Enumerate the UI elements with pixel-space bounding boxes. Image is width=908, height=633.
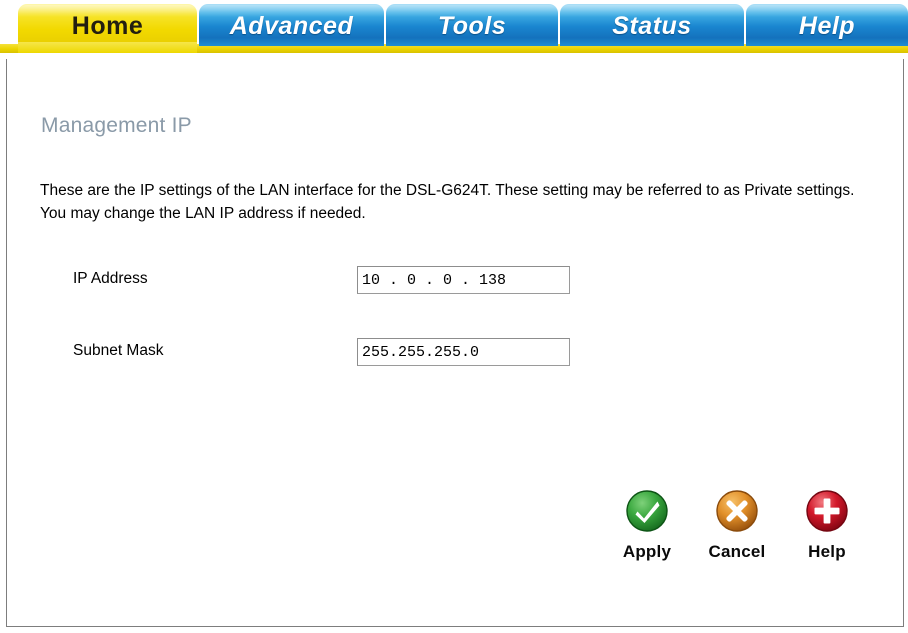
- check-circle-icon: [625, 489, 669, 533]
- page-description: These are the IP settings of the LAN int…: [40, 182, 855, 222]
- tab-help-label: Help: [798, 12, 856, 40]
- cancel-button[interactable]: Cancel: [695, 489, 779, 562]
- ip-address-input[interactable]: [357, 266, 570, 294]
- form-row-ip-address: IP Address: [7, 266, 903, 296]
- plus-circle-icon: [805, 489, 849, 533]
- apply-button[interactable]: Apply: [605, 489, 689, 562]
- x-circle-icon: [715, 489, 759, 533]
- tab-advanced[interactable]: Advanced: [199, 4, 384, 46]
- tab-home-label: Home: [71, 12, 144, 40]
- apply-button-label: Apply: [622, 542, 672, 561]
- tab-help[interactable]: Help: [746, 4, 908, 46]
- form-row-subnet-mask: Subnet Mask: [7, 338, 903, 368]
- tab-advanced-label: Advanced: [229, 12, 354, 40]
- page-title: Management IP: [41, 114, 192, 137]
- tab-tools-label: Tools: [437, 12, 507, 40]
- ip-address-label: IP Address: [73, 270, 148, 287]
- tab-status-label: Status: [612, 12, 692, 40]
- cancel-button-label: Cancel: [708, 542, 766, 561]
- router-config-page: Home Advanced Tools Status Help Manageme…: [0, 0, 908, 633]
- help-button[interactable]: Help: [785, 489, 869, 562]
- content-panel: Management IP These are the IP settings …: [6, 59, 904, 627]
- help-button-label: Help: [808, 542, 846, 561]
- tab-tools[interactable]: Tools: [386, 4, 558, 46]
- main-navigation-tabs: Home Advanced Tools Status Help: [0, 0, 908, 53]
- subnet-mask-label: Subnet Mask: [73, 342, 164, 359]
- subnet-mask-input[interactable]: [357, 338, 570, 366]
- tab-status[interactable]: Status: [560, 4, 744, 46]
- action-button-group: Apply Cancel Help: [605, 489, 875, 589]
- active-tab-connector: [18, 42, 197, 53]
- tab-home[interactable]: Home: [18, 4, 197, 46]
